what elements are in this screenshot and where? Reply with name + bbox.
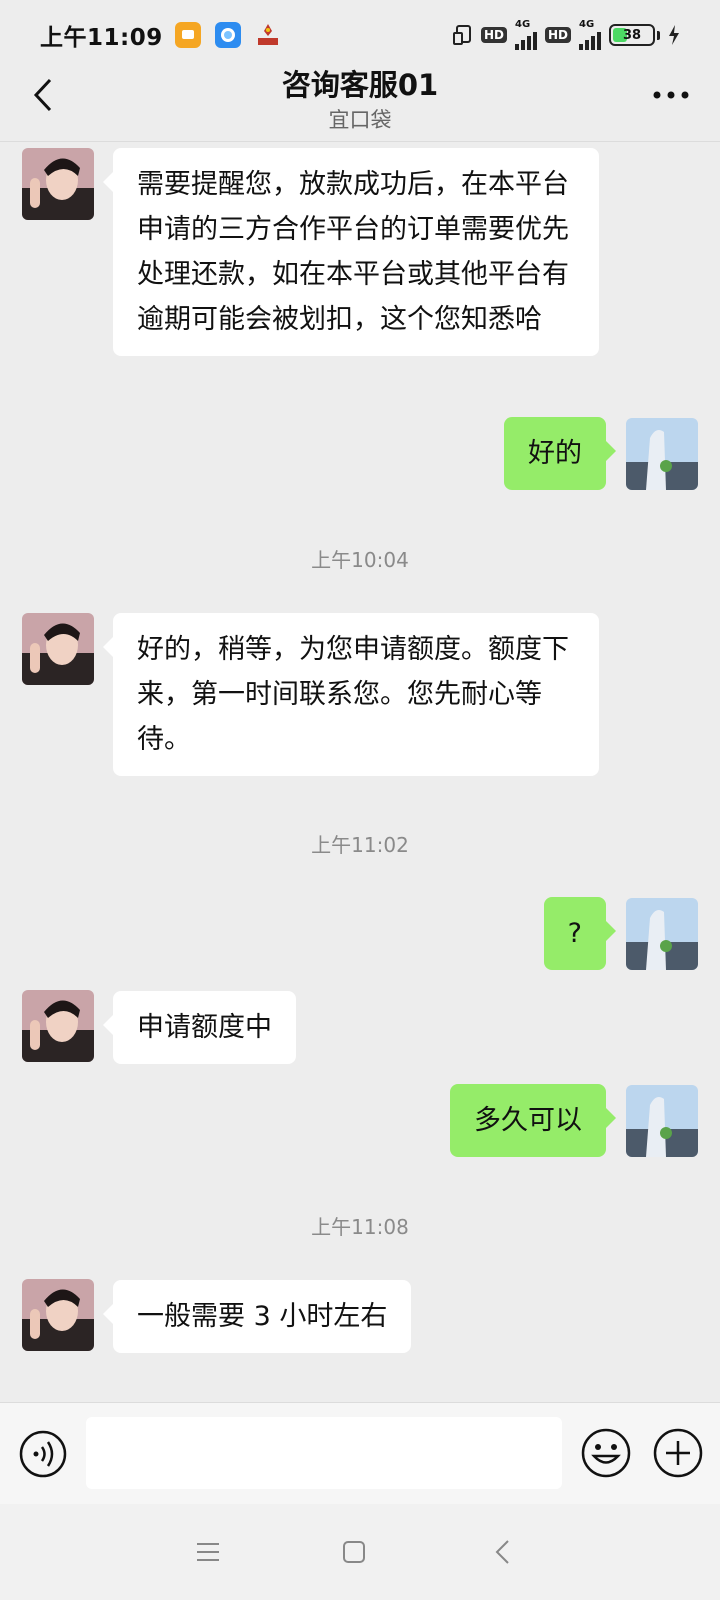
status-time: 上午11:09: [40, 25, 163, 51]
incoming-message[interactable]: 好的，稍等，为您申请额度。额度下来，第一时间联系您。您先耐心等待。: [103, 613, 599, 776]
more-functions-button[interactable]: [652, 1427, 704, 1479]
network-type-1: 4G: [514, 19, 531, 30]
app-notification-icon: [214, 22, 241, 48]
outgoing-message[interactable]: 多久可以: [450, 1084, 616, 1157]
status-indicators: HD 4G HD 4G 38: [452, 19, 680, 50]
message-timestamp: 上午11:02: [311, 833, 409, 857]
input-bar: [0, 1402, 720, 1504]
network-type-2: 4G: [579, 19, 595, 30]
emoji-button[interactable]: [580, 1427, 632, 1479]
incoming-message[interactable]: 一般需要 3 小时左右: [102, 1280, 412, 1353]
incoming-message[interactable]: 申请额度中: [103, 991, 296, 1064]
message-input[interactable]: [86, 1417, 562, 1489]
emoji-icon: [581, 1428, 631, 1478]
signal-icon: [514, 30, 537, 50]
incoming-message[interactable]: 需要提醒您，放款成功后，在本平台申请的三方合作平台的订单需要优先处理还款，如在本…: [103, 148, 599, 356]
user-avatar[interactable]: [626, 1085, 698, 1157]
more-icon: [653, 91, 689, 99]
nav-back-icon: [495, 1540, 509, 1564]
chat-area[interactable]: 需要提醒您，放款成功后，在本平台申请的三方合作平台的订单需要优先处理还款，如在本…: [0, 142, 720, 1402]
voice-icon: [19, 1430, 67, 1478]
agent-avatar[interactable]: [22, 1279, 94, 1351]
home-button[interactable]: [334, 1532, 374, 1572]
notification-icons: [174, 22, 281, 48]
screen-mirror-icon: [452, 25, 471, 45]
agent-avatar[interactable]: [22, 990, 94, 1062]
outgoing-message[interactable]: 好的: [504, 417, 616, 490]
signal-icon-2: [579, 30, 601, 50]
more-button[interactable]: [646, 72, 696, 118]
battery-cap: [657, 30, 660, 40]
home-icon: [343, 1541, 365, 1563]
user-avatar[interactable]: [626, 898, 698, 970]
user-avatar[interactable]: [626, 418, 698, 490]
outgoing-message[interactable]: ?: [543, 897, 617, 970]
agent-avatar[interactable]: [22, 148, 94, 220]
menu-icon: [197, 1543, 219, 1561]
chat-title: 咨询客服01: [281, 68, 439, 102]
battery-level: 38: [622, 27, 642, 43]
chat-header: 咨询客服01 宜口袋: [0, 58, 720, 142]
recent-apps-button[interactable]: [188, 1532, 228, 1572]
hd-badge: HD: [480, 27, 507, 43]
chat-subtitle: 宜口袋: [328, 108, 392, 132]
message-timestamp: 上午11:08: [311, 1215, 409, 1239]
app-logo-icon: [255, 22, 281, 48]
voice-button[interactable]: [18, 1429, 68, 1479]
plus-icon: [653, 1428, 703, 1478]
system-nav-bar: [0, 1504, 720, 1600]
charging-icon: [669, 25, 679, 45]
hd-badge-2: HD: [544, 27, 571, 43]
agent-avatar[interactable]: [22, 613, 94, 685]
message-notification-icon: [174, 22, 201, 48]
message-timestamp: 上午10:04: [311, 548, 409, 572]
system-back-button[interactable]: [482, 1532, 522, 1572]
battery-icon: 38: [609, 24, 655, 46]
